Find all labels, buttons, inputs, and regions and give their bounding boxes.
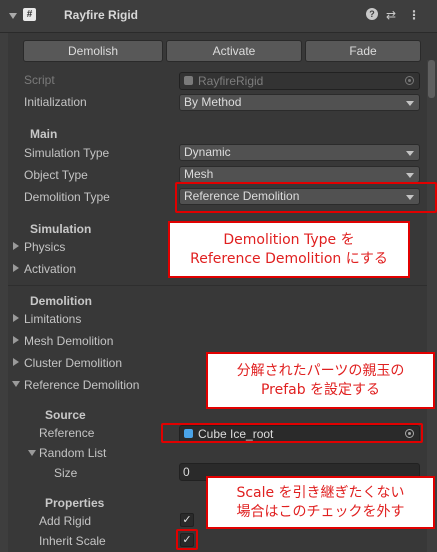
dropdown-arrow-icon (406, 151, 414, 156)
activate-button[interactable]: Activate (166, 40, 302, 62)
main-heading: Main (30, 127, 58, 141)
foldout-arrow-icon[interactable] (9, 13, 17, 19)
simulation-type-dropdown[interactable]: Dynamic (179, 144, 420, 161)
script-file-icon (184, 76, 193, 85)
mesh-demolition-foldout[interactable]: Mesh Demolition (24, 334, 113, 348)
object-type-value: Mesh (184, 167, 214, 181)
cluster-demolition-foldout[interactable]: Cluster Demolition (24, 356, 122, 370)
demolition-heading: Demolition (30, 294, 92, 308)
scrollbar-thumb[interactable] (428, 60, 435, 98)
fade-button[interactable]: Fade (305, 40, 421, 62)
foldout-random-list-icon[interactable] (28, 450, 36, 456)
source-heading: Source (45, 408, 86, 422)
inherit-scale-label: Inherit Scale (39, 534, 106, 548)
highlight-inherit-scale (176, 529, 198, 550)
foldout-activation-icon[interactable] (13, 264, 19, 272)
script-component-icon: # (23, 8, 36, 21)
reference-label: Reference (39, 426, 95, 440)
annotation-callout-demolition-type: Demolition Type を Reference Demolition に… (168, 221, 410, 278)
physics-foldout[interactable]: Physics (24, 240, 65, 254)
simulation-type-value: Dynamic (184, 145, 231, 159)
left-gutter (0, 33, 8, 552)
random-list-foldout[interactable]: Random List (39, 446, 106, 460)
foldout-physics-icon[interactable] (13, 242, 19, 250)
object-type-dropdown[interactable]: Mesh (179, 166, 420, 183)
object-type-label: Object Type (24, 168, 88, 182)
add-rigid-checkbox[interactable]: ✓ (180, 513, 194, 527)
reference-demolition-foldout[interactable]: Reference Demolition (24, 378, 139, 392)
properties-heading: Properties (45, 496, 105, 510)
highlight-reference (161, 423, 423, 443)
script-value: RayfireRigid (198, 74, 264, 88)
section-divider (8, 285, 427, 286)
demolition-type-label: Demolition Type (24, 190, 110, 204)
annotation-callout-reference: 分解されたパーツの親玉の Prefab を設定する (206, 352, 435, 409)
initialization-dropdown[interactable]: By Method (179, 94, 420, 111)
dropdown-arrow-icon (406, 101, 414, 106)
script-field: RayfireRigid (179, 72, 420, 90)
foldout-reference-icon[interactable] (12, 381, 20, 387)
object-picker-icon (405, 76, 414, 85)
help-icon[interactable]: ? (366, 8, 378, 20)
context-menu-icon[interactable]: ⋮ (408, 8, 420, 22)
initialization-value: By Method (184, 95, 242, 109)
simulation-type-label: Simulation Type (24, 146, 110, 160)
simulation-heading: Simulation (30, 222, 92, 236)
preset-settings-icon[interactable]: ⇄ (386, 8, 396, 22)
initialization-label: Initialization (24, 95, 87, 109)
component-title: Rayfire Rigid (64, 8, 139, 22)
dropdown-arrow-icon (406, 173, 414, 178)
limitations-foldout[interactable]: Limitations (24, 312, 81, 326)
foldout-limitations-icon[interactable] (13, 314, 19, 322)
highlight-demolition-type (175, 182, 437, 213)
foldout-cluster-icon[interactable] (13, 358, 19, 366)
size-label: Size (54, 466, 78, 480)
annotation-callout-inherit-scale: Scale を引き継ぎたくない 場合はこのチェックを外す (206, 476, 435, 529)
add-rigid-label: Add Rigid (39, 514, 92, 528)
activation-foldout[interactable]: Activation (24, 262, 76, 276)
foldout-mesh-icon[interactable] (13, 336, 19, 344)
demolish-button[interactable]: Demolish (23, 40, 163, 62)
script-label: Script (24, 73, 55, 87)
